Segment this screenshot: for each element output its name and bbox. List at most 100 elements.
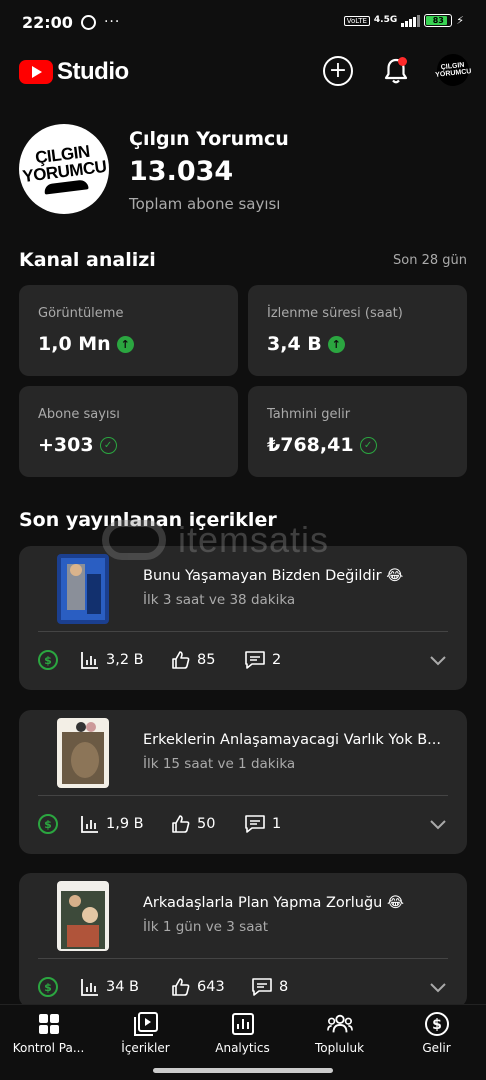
youtube-studio-logo[interactable]: Studio bbox=[19, 58, 129, 86]
community-icon bbox=[326, 1011, 353, 1037]
comments-count: 2 bbox=[272, 652, 282, 668]
likes-stat: 643 bbox=[171, 977, 225, 997]
network-type: 4.5G bbox=[373, 15, 398, 25]
subscriber-count: 13.034 bbox=[129, 156, 234, 187]
video-thumbnail[interactable] bbox=[57, 881, 109, 951]
watch-time-value: 3,4 B bbox=[267, 333, 322, 355]
dollar-icon: $ bbox=[38, 650, 58, 670]
nav-community[interactable]: Topluluk bbox=[291, 1005, 388, 1063]
chevron-down-icon[interactable] bbox=[428, 977, 448, 997]
more-notifications-icon: ··· bbox=[103, 14, 121, 30]
home-indicator[interactable] bbox=[153, 1068, 333, 1073]
signal-icon bbox=[401, 14, 421, 27]
thumbs-up-icon bbox=[172, 978, 190, 996]
status-time: 22:00 bbox=[22, 12, 73, 32]
video-card[interactable]: Arkadaşlarla Plan Yapma Zorluğu 😂 İlk 1 … bbox=[19, 873, 467, 1008]
comments-stat: 1 bbox=[244, 814, 281, 834]
bar-chart-icon bbox=[81, 979, 98, 996]
dollar-icon: $ bbox=[38, 814, 58, 834]
bar-chart-icon bbox=[81, 816, 98, 833]
chevron-down-icon[interactable] bbox=[428, 650, 448, 670]
subscriber-label: Toplam abone sayısı bbox=[129, 195, 281, 213]
likes-count: 85 bbox=[197, 652, 216, 668]
video-title: Erkeklerin Anlaşamayacagi Varlık Yok B..… bbox=[143, 732, 441, 748]
thumbnail-image bbox=[57, 718, 109, 788]
check-circle-icon: ✓ bbox=[359, 436, 377, 454]
comment-icon bbox=[245, 815, 265, 833]
recent-title: Son yayınlanan içerikler bbox=[19, 509, 277, 531]
video-period: İlk 3 saat ve 38 dakika bbox=[143, 592, 296, 608]
thumbs-up-icon bbox=[172, 651, 190, 669]
analytics-title: Kanal analizi bbox=[19, 249, 156, 271]
video-period: İlk 15 saat ve 1 dakika bbox=[143, 756, 296, 772]
comment-icon bbox=[252, 978, 272, 996]
nav-dashboard[interactable]: Kontrol Pa... bbox=[0, 1005, 97, 1063]
nav-label: Gelir bbox=[422, 1041, 451, 1055]
subscribers-card[interactable]: Abone sayısı +303 ✓ bbox=[19, 386, 238, 477]
revenue-card[interactable]: Tahmini gelir ₺768,41 ✓ bbox=[248, 386, 467, 477]
views-label: Görüntüleme bbox=[38, 306, 124, 321]
nav-label: Topluluk bbox=[314, 1041, 365, 1055]
views-value: 1,0 Mn bbox=[38, 333, 111, 355]
analytics-icon bbox=[230, 1011, 256, 1037]
battery-level: 83 bbox=[432, 16, 444, 25]
analytics-period[interactable]: Son 28 gün bbox=[393, 253, 467, 268]
charging-icon: ⚡ bbox=[456, 14, 464, 27]
video-stats: $ 1,9 B 50 1 bbox=[38, 814, 448, 836]
divider bbox=[38, 958, 448, 959]
revenue-label: Tahmini gelir bbox=[267, 407, 351, 422]
battery-icon: 83 bbox=[424, 14, 453, 27]
status-bar: 22:00 ··· VoLTE 4.5G 83 ⚡ bbox=[0, 0, 486, 44]
channel-avatar[interactable]: ÇILGIN YORUMCU bbox=[19, 124, 109, 214]
video-card[interactable]: Erkeklerin Anlaşamayacagi Varlık Yok B..… bbox=[19, 710, 467, 854]
video-card[interactable]: Bunu Yaşamayan Bizden Değildir 😂 İlk 3 s… bbox=[19, 546, 467, 690]
video-stats: $ 3,2 B 85 2 bbox=[38, 650, 448, 672]
arrow-up-icon: ↑ bbox=[327, 335, 345, 353]
notifications-button[interactable] bbox=[381, 56, 411, 86]
likes-stat: 50 bbox=[171, 814, 215, 834]
plus-icon: + bbox=[328, 58, 348, 83]
create-button[interactable]: + bbox=[323, 56, 353, 86]
views-stat: 1,9 B bbox=[80, 814, 144, 834]
thumbs-up-icon bbox=[172, 815, 190, 833]
nav-content[interactable]: İçerikler bbox=[97, 1005, 194, 1063]
likes-stat: 85 bbox=[171, 650, 215, 670]
views-count: 3,2 B bbox=[106, 652, 144, 668]
youtube-play-icon bbox=[19, 60, 53, 84]
channel-summary: ÇILGIN YORUMCU Çılgın Yorumcu 13.034 Top… bbox=[19, 124, 469, 216]
video-thumbnail[interactable] bbox=[57, 554, 109, 624]
check-circle-icon: ✓ bbox=[99, 436, 117, 454]
views-card[interactable]: Görüntüleme 1,0 Mn ↑ bbox=[19, 285, 238, 376]
comments-count: 1 bbox=[272, 816, 282, 832]
monetization-status: $ bbox=[38, 814, 58, 834]
nav-earn[interactable]: $ Gelir bbox=[388, 1005, 485, 1063]
comments-stat: 2 bbox=[244, 650, 281, 670]
whatsapp-icon bbox=[80, 14, 96, 30]
divider bbox=[38, 795, 448, 796]
nav-analytics[interactable]: Analytics bbox=[194, 1005, 291, 1063]
monetization-status: $ bbox=[38, 650, 58, 670]
chevron-down-icon[interactable] bbox=[428, 814, 448, 834]
subscribers-value: +303 bbox=[38, 434, 94, 456]
status-right: VoLTE 4.5G 83 ⚡ bbox=[343, 14, 464, 27]
subscribers-label: Abone sayısı bbox=[38, 407, 120, 422]
likes-count: 50 bbox=[197, 816, 216, 832]
app-header: Studio + ÇILGIN YORUMCU bbox=[0, 48, 486, 96]
comment-icon bbox=[245, 651, 265, 669]
comments-stat: 8 bbox=[251, 977, 288, 997]
nav-label: Kontrol Pa... bbox=[12, 1041, 85, 1055]
thumbnail-image bbox=[57, 881, 109, 951]
channel-name: Çılgın Yorumcu bbox=[129, 128, 289, 150]
divider bbox=[38, 631, 448, 632]
views-count: 1,9 B bbox=[106, 816, 144, 832]
video-title: Arkadaşlarla Plan Yapma Zorluğu 😂 bbox=[143, 895, 404, 911]
comments-count: 8 bbox=[279, 979, 289, 995]
views-count: 34 B bbox=[106, 979, 140, 995]
video-thumbnail[interactable] bbox=[57, 718, 109, 788]
video-stats: $ 34 B 643 8 bbox=[38, 977, 448, 999]
watch-time-card[interactable]: İzlenme süresi (saat) 3,4 B ↑ bbox=[248, 285, 467, 376]
account-avatar[interactable]: ÇILGIN YORUMCU bbox=[435, 52, 472, 88]
likes-count: 643 bbox=[197, 979, 225, 995]
video-title: Bunu Yaşamayan Bizden Değildir 😂 bbox=[143, 568, 404, 584]
content-icon bbox=[133, 1011, 159, 1037]
